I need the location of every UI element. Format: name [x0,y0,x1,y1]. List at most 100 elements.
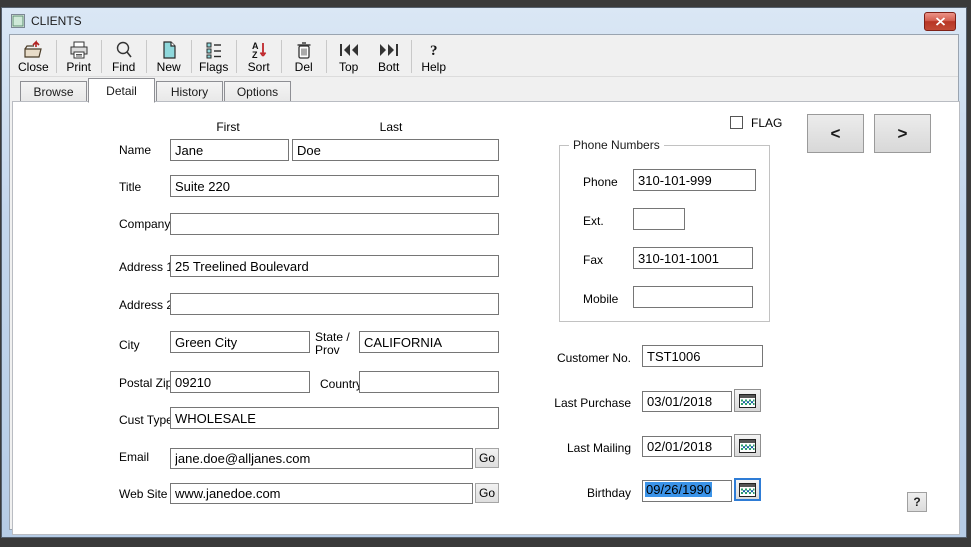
flag-checkbox[interactable] [730,116,743,129]
ext-input[interactable] [633,208,685,230]
calendar-icon [739,394,756,408]
title-bar[interactable]: CLIENTS [2,8,966,34]
phone-numbers-group: Phone Numbers Phone Ext. Fax Mobile [559,145,770,322]
flag-label: FLAG [751,116,782,130]
toolbar-label: Top [339,60,358,74]
cust-type-input[interactable] [170,407,499,429]
toolbar-label: Flags [199,60,228,74]
next-record-button[interactable]: > [874,114,931,153]
toolbar-label: Help [421,60,446,74]
print-button[interactable]: Print [59,37,99,76]
toolbar-label: Bott [378,60,399,74]
last-name-input[interactable] [292,139,499,161]
toolbar-label: Sort [248,60,270,74]
toolbar-label: Close [18,60,49,74]
fax-input[interactable] [633,247,753,269]
address2-label: Address 2 [119,298,173,312]
toolbar-separator [236,40,237,73]
country-label: Country [320,377,362,391]
toolbar-separator [326,40,327,73]
close-button[interactable]: Close [13,37,54,76]
tab-detail[interactable]: Detail [88,78,155,103]
state-label-line1: State / [315,330,350,344]
phone-input[interactable] [633,169,756,191]
last-purchase-calendar-button[interactable] [734,389,761,412]
toolbar-separator [191,40,192,73]
window-close-button[interactable] [924,12,956,31]
find-button[interactable]: Find [104,37,144,76]
web-site-label: Web Site [119,487,167,501]
first-name-input[interactable] [170,139,289,161]
toolbar-label: New [157,60,181,74]
tab-label: Browse [33,85,73,99]
cust-type-label: Cust Type [119,413,173,427]
calendar-icon [739,483,756,497]
state-label-line2: Prov [315,343,340,357]
postal-zip-input[interactable] [170,371,310,393]
bottom-button[interactable]: Bott [369,37,409,76]
tab-strip: Browse Detail History Options [10,77,958,102]
birthday-calendar-button[interactable] [734,478,761,501]
customer-no-input[interactable] [642,345,763,367]
country-input[interactable] [359,371,499,393]
address1-input[interactable] [170,255,499,277]
sort-az-icon: A Z [248,40,270,60]
ext-label: Ext. [583,214,604,228]
previous-record-button[interactable]: < [807,114,864,153]
company-label: Company [119,217,170,231]
toolbar-separator [101,40,102,73]
help-button[interactable]: ? Help [414,37,454,76]
nav-toolbar-group: Top Bott [329,37,409,76]
sort-button[interactable]: A Z Sort [239,37,279,76]
last-purchase-label: Last Purchase [481,396,631,410]
title-input[interactable] [170,175,499,197]
go-top-icon [337,40,361,60]
toolbar-separator [56,40,57,73]
last-mailing-input[interactable] [642,436,732,457]
postal-zip-label: Postal Zip [119,376,172,390]
mobile-label: Mobile [583,292,618,306]
trash-icon [293,40,315,60]
last-purchase-input[interactable] [642,391,732,412]
svg-text:Z: Z [252,50,258,60]
tab-label: Detail [106,84,137,98]
toolbar-label: Print [66,60,91,74]
state-prov-label: State / Prov [315,331,350,357]
email-label: Email [119,450,149,464]
address2-input[interactable] [170,293,499,315]
state-input[interactable] [359,331,499,353]
mobile-input[interactable] [633,286,753,308]
window-title: CLIENTS [31,14,82,28]
customer-no-label: Customer No. [481,351,631,365]
close-x-icon [935,17,946,26]
delete-button[interactable]: Del [284,37,324,76]
toolbar-label: Find [112,60,135,74]
tab-label: History [171,85,208,99]
email-input[interactable] [170,448,473,469]
company-input[interactable] [170,213,499,235]
top-button[interactable]: Top [329,37,369,76]
last-column-header: Last [351,120,431,134]
new-document-icon [158,40,180,60]
help-icon: ? [423,40,445,60]
birthday-input[interactable]: 09/26/1990 [642,480,732,502]
fax-label: Fax [583,253,603,267]
tab-options[interactable]: Options [224,81,291,102]
go-bottom-icon [377,40,401,60]
svg-text:?: ? [430,43,438,59]
city-input[interactable] [170,331,310,353]
tab-history[interactable]: History [156,81,223,102]
app-icon [11,14,25,28]
flags-list-icon [203,40,225,60]
last-mailing-label: Last Mailing [481,441,631,455]
name-label: Name [119,143,151,157]
toolbar-separator [146,40,147,73]
web-site-input[interactable] [170,483,473,504]
tab-browse[interactable]: Browse [20,81,87,102]
toolbar-separator [411,40,412,73]
new-button[interactable]: New [149,37,189,76]
flags-button[interactable]: Flags [194,37,234,76]
context-help-button[interactable]: ? [907,492,927,512]
last-mailing-calendar-button[interactable] [734,434,761,457]
window-body: Close Print Find [9,34,959,530]
